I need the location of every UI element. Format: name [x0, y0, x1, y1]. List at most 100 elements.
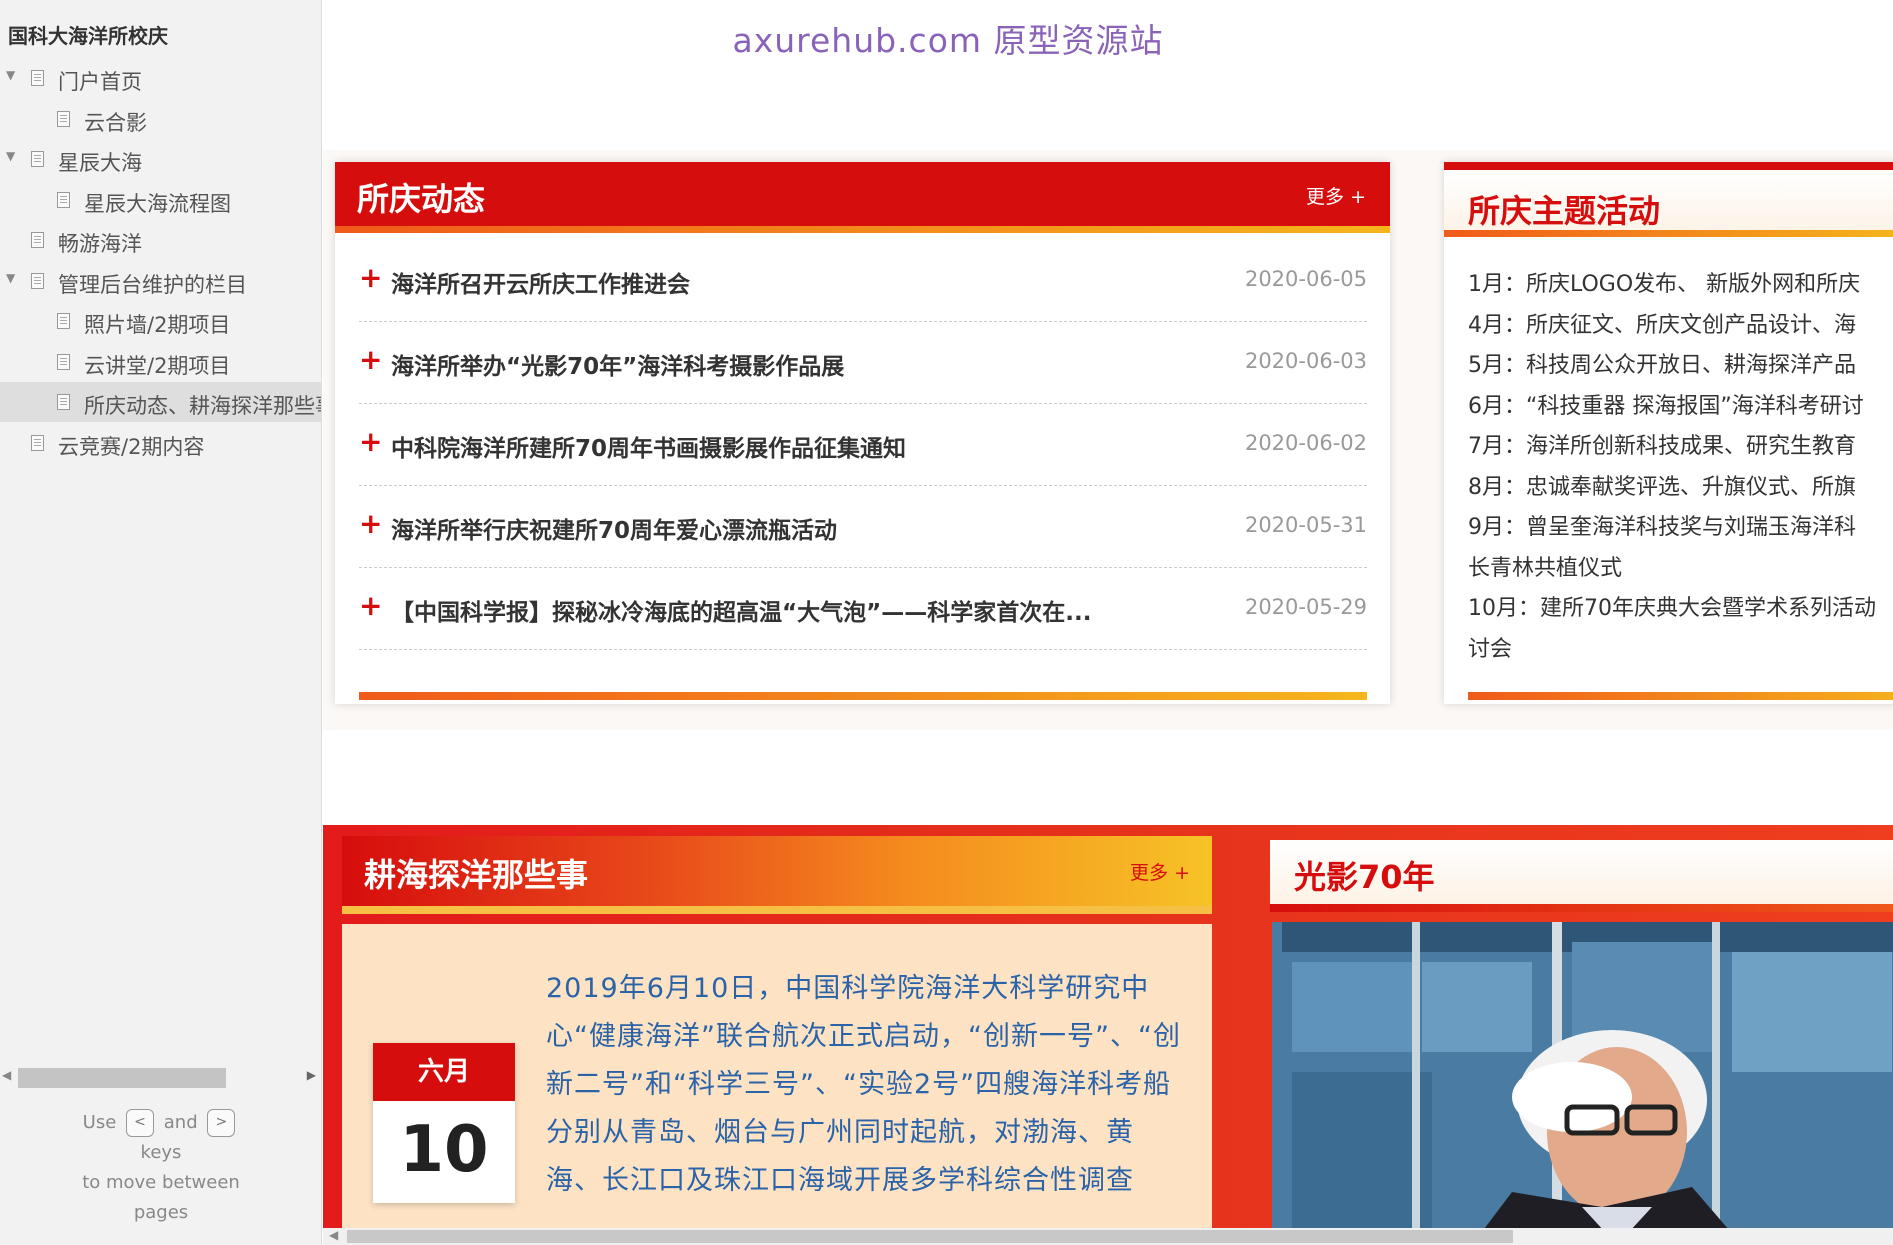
news-title[interactable]: 海洋所举办“光影70年”海洋科考摄影作品展 [391, 347, 1191, 381]
news-date: 2020-06-02 [1244, 431, 1367, 455]
activity-line: 10月：建所70年庆典大会暨学术系列活动 [1468, 596, 1876, 621]
sitemap-item[interactable]: 畅游海洋 [0, 220, 321, 260]
page-icon [57, 191, 70, 208]
project-title: 国科大海洋所校庆 [8, 24, 168, 48]
expand-arrow-icon[interactable]: ▼ [6, 68, 15, 82]
sea-stories-title: 耕海探洋那些事 [364, 856, 589, 894]
sitemap-item[interactable]: 照片墙/2期项目 [0, 301, 321, 341]
page-icon [57, 313, 70, 329]
calendar-day: 10 [399, 1113, 489, 1187]
plus-icon: + [359, 589, 383, 622]
page-canvas: axurehub.com 原型资源站 所庆动态 更多 + + 海洋所召开云所庆工作… [323, 0, 1893, 1245]
activity-line: 讨会 [1468, 636, 1513, 662]
sitemap-item-label: 星辰大海 [58, 151, 142, 175]
activities-card-header: 所庆主题活动 [1444, 170, 1893, 230]
sea-stories-more-link[interactable]: 更多 + [1130, 858, 1190, 885]
news-card: 所庆动态 更多 + + 海洋所召开云所庆工作推进会 2020-06-05 + 海洋所举办… [335, 162, 1390, 704]
plus-icon: + [359, 261, 383, 294]
sitemap-item-label: 云竞赛/2期内容 [58, 434, 205, 459]
sitemap-item[interactable]: ▼ 星辰大海 [0, 139, 321, 179]
photo-section-title: 光影70年 [1294, 858, 1435, 896]
page-icon [31, 434, 44, 451]
activity-line: 8月：忠诚奉献奖评选、升旗仪式、所旗 [1468, 474, 1856, 500]
activity-line: 1月：所庆LOGO发布、 新版外网和所庆 [1468, 272, 1861, 297]
sitemap-item[interactable]: 星辰大海流程图 [0, 180, 321, 220]
expand-arrow-icon[interactable]: ▼ [6, 271, 15, 285]
news-list-item[interactable]: + 【中国科学报】探秘冰冷海底的超高温“大气泡”——科学家首次在... 2020-0… [359, 567, 1367, 650]
news-date: 2020-06-05 [1244, 267, 1367, 291]
plus-icon: + [359, 507, 383, 540]
page-icon [31, 151, 44, 167]
scroll-right-icon[interactable]: ▶ [307, 1068, 316, 1082]
activity-line: 9月：曾呈奎海洋科技奖与刘瑞玉海洋科 [1468, 515, 1856, 540]
news-card-title: 所庆动态 [357, 180, 486, 218]
sitemap-item-label: 照片墙/2期项目 [84, 313, 231, 337]
scrollbar-thumb[interactable] [347, 1230, 1513, 1243]
scroll-left-icon[interactable]: ◀ [329, 1228, 338, 1242]
keyboard-navigation-hint: Use < and > keys to move between pages [0, 1108, 321, 1228]
news-card-header: 所庆动态 更多 + [335, 162, 1390, 226]
sitemap-item-label: 门户首页 [58, 70, 142, 94]
sitemap-item-label: 畅游海洋 [58, 232, 142, 256]
news-date: 2020-06-03 [1244, 349, 1367, 373]
sea-story-text[interactable]: 2019年6月10日，中国科学院海洋大科学研究中心“健康海洋”联合航次正式启动，… [546, 965, 1186, 1205]
expand-arrow-icon[interactable]: ▼ [6, 149, 15, 163]
sitemap-item-label: 云合影 [84, 110, 147, 135]
sitemap-item[interactable]: 云竞赛/2期内容 [0, 423, 321, 463]
news-list-item[interactable]: + 海洋所举办“光影70年”海洋科考摄影作品展 2020-06-03 [359, 321, 1367, 404]
prev-key-icon: < [126, 1109, 155, 1137]
next-key-icon: > [207, 1109, 236, 1137]
card-bottom-bar [359, 692, 1367, 700]
portrait-photo-image [1272, 922, 1893, 1245]
watermark-text: axurehub.com 原型资源站 [732, 21, 1164, 60]
activity-line: 7月：海洋所创新科技成果、研究生教育 [1468, 434, 1856, 459]
page-icon [31, 272, 44, 289]
page-icon [57, 110, 70, 127]
calendar-date-badge: 六月 10 [373, 1043, 515, 1203]
page-icon [31, 70, 44, 86]
news-date: 2020-05-31 [1244, 513, 1367, 537]
news-title[interactable]: 海洋所召开云所庆工作推进会 [391, 265, 1191, 299]
sitemap-item[interactable]: 云合影 [0, 99, 321, 139]
calendar-month: 六月 [373, 1043, 515, 1101]
page-icon [57, 394, 70, 410]
activities-card-title: 所庆主题活动 [1468, 192, 1661, 230]
main-horizontal-scrollbar[interactable]: ◀ [323, 1228, 1893, 1245]
scrollbar-thumb[interactable] [18, 1068, 226, 1088]
sitemap-item-label: 管理后台维护的栏目 [58, 272, 247, 297]
sitemap-item-label: 所庆动态、耕海探洋那些事 [84, 394, 322, 418]
sitemap-item[interactable]: ▼ 管理后台维护的栏目 [0, 261, 321, 301]
sitemap-item[interactable]: 所庆动态、耕海探洋那些事 [0, 382, 322, 422]
news-title[interactable]: 中科院海洋所建所70周年书画摄影展作品征集通知 [391, 429, 1191, 463]
scroll-left-icon[interactable]: ◀ [2, 1068, 11, 1082]
activity-line: 4月：所庆征文、所庆文创产品设计、海 [1468, 312, 1856, 338]
card-bottom-bar [1468, 692, 1893, 700]
page-icon [57, 353, 70, 370]
activity-line: 5月：科技周公众开放日、耕海探洋产品 [1468, 353, 1856, 378]
sitemap-item-label: 星辰大海流程图 [84, 191, 231, 216]
news-title[interactable]: 海洋所举行庆祝建所70周年爱心漂流瓶活动 [391, 511, 1191, 545]
news-date: 2020-05-29 [1244, 595, 1367, 619]
news-list-item[interactable]: + 中科院海洋所建所70周年书画摄影展作品征集通知 2020-06-02 [359, 403, 1367, 486]
sea-stories-header: 耕海探洋那些事 更多 + [342, 836, 1212, 906]
sidebar-horizontal-scrollbar[interactable]: ◀ ▶ [0, 1062, 321, 1092]
photo-section-header: 光影70年 [1270, 840, 1893, 904]
header-stripe [335, 226, 1390, 233]
sitemap-item-label: 云讲堂/2期项目 [84, 353, 231, 378]
news-list-item[interactable]: + 海洋所举行庆祝建所70周年爱心漂流瓶活动 2020-05-31 [359, 485, 1367, 568]
activities-card: 所庆主题活动 1月：所庆LOGO发布、 新版外网和所庆 4月：所庆征文、所庆文创产… [1444, 162, 1893, 704]
header-stripe [1444, 230, 1893, 237]
header-stripe [342, 906, 1212, 914]
header-stripe [1270, 904, 1893, 912]
card-top-line [1444, 162, 1893, 170]
news-more-link[interactable]: 更多 + [1306, 182, 1366, 209]
plus-icon: + [359, 425, 383, 458]
featured-photo[interactable] [1272, 922, 1893, 1245]
news-list-item[interactable]: + 海洋所召开云所庆工作推进会 2020-06-05 [359, 239, 1367, 322]
activity-line: 6月：“科技重器 探海报国”海洋科考研讨 [1468, 393, 1864, 419]
sitemap-item[interactable]: 云讲堂/2期项目 [0, 342, 321, 382]
news-title[interactable]: 【中国科学报】探秘冰冷海底的超高温“大气泡”——科学家首次在... [391, 593, 1191, 627]
page-icon [31, 232, 44, 248]
plus-icon: + [359, 343, 383, 376]
sitemap-item[interactable]: ▼ 门户首页 [0, 58, 321, 98]
